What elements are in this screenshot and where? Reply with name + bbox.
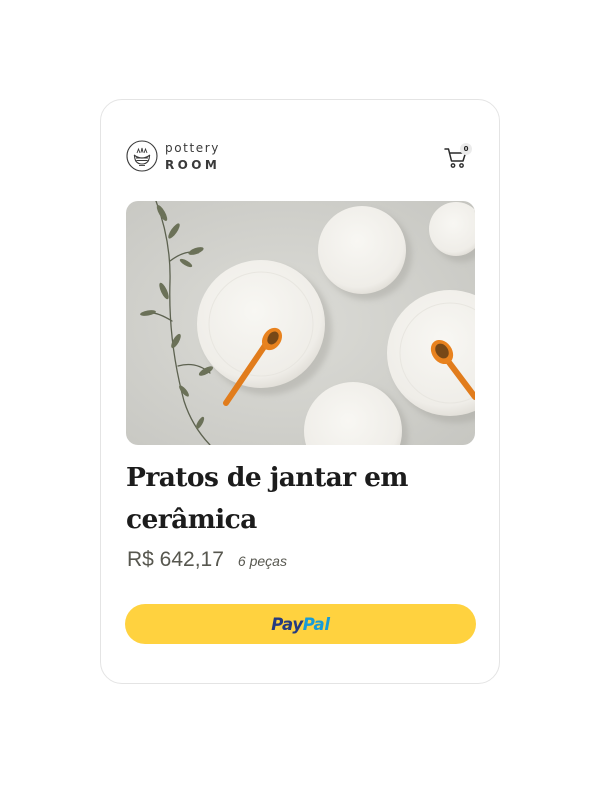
ceramic-plates-photo[interactable]	[126, 201, 475, 445]
price-row: R$ 642,17 6 peças	[127, 548, 287, 572]
product-quantity: 6 peças	[237, 553, 287, 569]
product-title: Pratos de jantar em cerâmica	[126, 462, 408, 535]
product-card: pottery ROOM 0 Pratos de jantar em cerâm…	[100, 99, 500, 684]
brand-name-line2: ROOM	[165, 157, 221, 172]
bowl-logo-icon	[126, 140, 158, 172]
paypal-logo-pal: Pal	[302, 614, 330, 634]
paypal-button[interactable]: Pay Pal	[125, 604, 476, 644]
cart-button[interactable]: 0	[444, 143, 478, 171]
paypal-logo-pay: Pay	[271, 614, 303, 634]
brand-name-line1: pottery	[165, 140, 220, 155]
cart-count-badge: 0	[460, 143, 472, 155]
product-price: R$ 642,17	[127, 548, 224, 571]
brand-logo[interactable]: pottery ROOM	[126, 138, 220, 174]
brand-name: pottery ROOM	[165, 142, 220, 171]
